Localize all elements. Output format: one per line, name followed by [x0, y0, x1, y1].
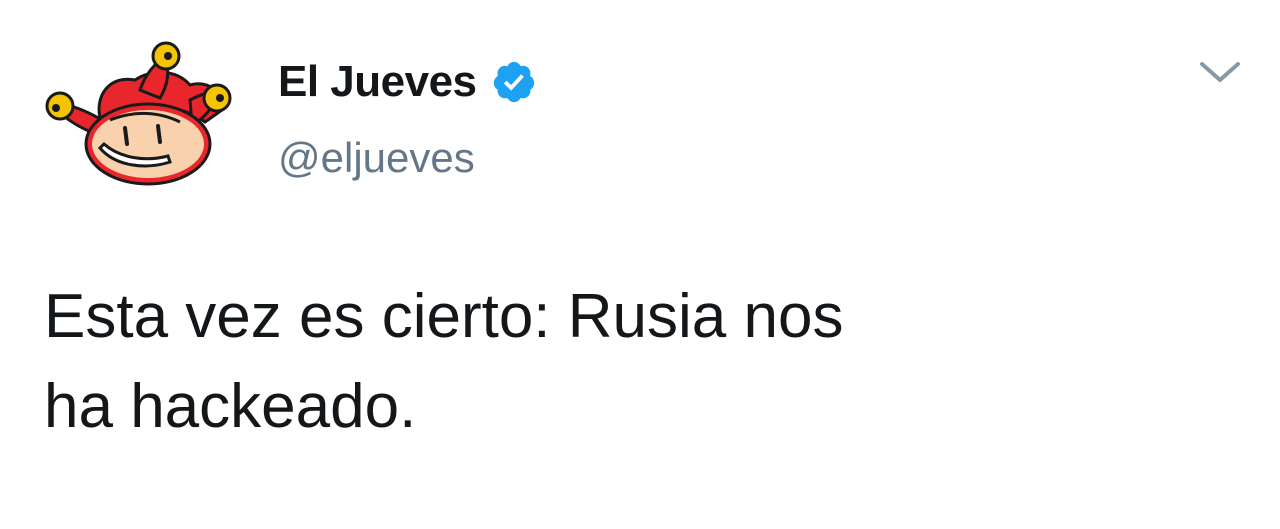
jester-logo-icon: [45, 41, 232, 186]
name-row: El Jueves: [278, 54, 537, 110]
tweet-text: Esta vez es cierto: Rusia nos ha hackead…: [44, 272, 1144, 452]
avatar[interactable]: [40, 40, 240, 190]
tweet-card: El Jueves @eljueves Esta vez es cierto: …: [0, 0, 1280, 529]
tweet-text-line: ha hackeado.: [44, 372, 417, 441]
chevron-down-icon[interactable]: [1198, 58, 1242, 88]
verified-badge-icon: [493, 61, 534, 103]
display-name[interactable]: El Jueves: [278, 54, 477, 110]
author-handle[interactable]: @eljueves: [278, 130, 537, 186]
tweet-text-line: Esta vez es cierto: Rusia nos: [44, 282, 844, 351]
tweet-header: El Jueves @eljueves: [278, 54, 537, 186]
